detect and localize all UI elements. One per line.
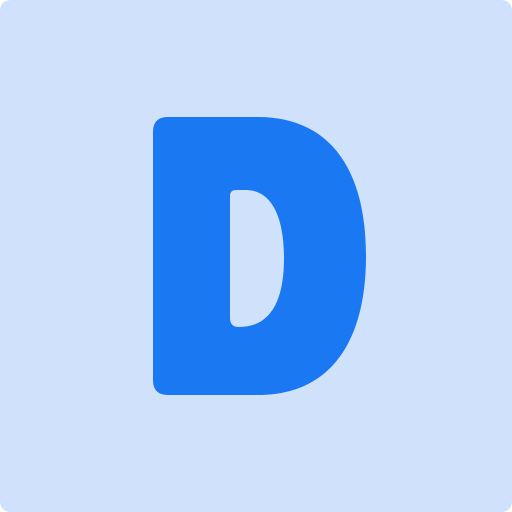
letter-d-icon (0, 0, 512, 512)
icon-background (0, 0, 512, 512)
app-icon-tile: D (0, 0, 512, 512)
